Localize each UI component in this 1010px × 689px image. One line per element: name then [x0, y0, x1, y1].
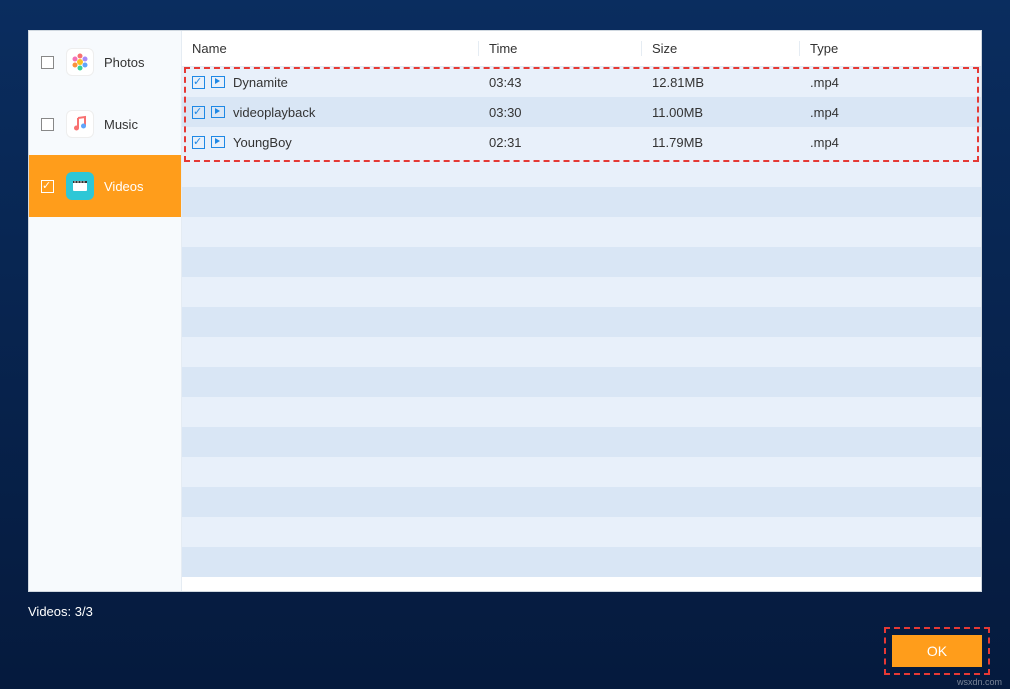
status-text: Videos: 3/3	[28, 604, 982, 619]
header-time[interactable]: Time	[479, 41, 642, 56]
empty-rows	[182, 157, 981, 577]
sidebar-item-music[interactable]: Music	[29, 93, 181, 155]
photos-icon	[66, 48, 94, 76]
header-type[interactable]: Type	[800, 41, 966, 56]
cell-time: 03:43	[479, 75, 642, 90]
sidebar-item-label: Videos	[104, 179, 144, 194]
table-row[interactable]: videoplayback 03:30 11.00MB .mp4	[182, 97, 981, 127]
cell-time: 03:30	[479, 105, 642, 120]
cell-size: 11.00MB	[642, 105, 800, 120]
checkbox-icon[interactable]	[41, 118, 54, 131]
main-panel: Photos Music Videos Name Time Size Type	[28, 30, 982, 592]
sidebar-item-videos[interactable]: Videos	[29, 155, 181, 217]
row-checkbox-icon[interactable]	[192, 76, 205, 89]
table-area: Name Time Size Type Dynamite 03:43 12.81…	[182, 31, 981, 591]
table-body: Dynamite 03:43 12.81MB .mp4 videoplaybac…	[182, 67, 981, 591]
cell-type: .mp4	[800, 135, 966, 150]
row-checkbox-icon[interactable]	[192, 106, 205, 119]
header-size[interactable]: Size	[642, 41, 800, 56]
checkbox-icon[interactable]	[41, 56, 54, 69]
cell-time: 02:31	[479, 135, 642, 150]
watermark: wsxdn.com	[957, 677, 1002, 687]
sidebar-item-label: Music	[104, 117, 138, 132]
cell-name: videoplayback	[233, 105, 315, 120]
checkbox-icon[interactable]	[41, 180, 54, 193]
sidebar: Photos Music Videos	[29, 31, 182, 591]
ok-button[interactable]: OK	[892, 635, 982, 667]
sidebar-item-label: Photos	[104, 55, 144, 70]
header-name[interactable]: Name	[182, 41, 479, 56]
music-icon	[66, 110, 94, 138]
cell-size: 12.81MB	[642, 75, 800, 90]
video-file-icon	[211, 106, 225, 118]
table-row[interactable]: Dynamite 03:43 12.81MB .mp4	[182, 67, 981, 97]
cell-size: 11.79MB	[642, 135, 800, 150]
table-header: Name Time Size Type	[182, 31, 981, 67]
videos-icon	[66, 172, 94, 200]
cell-name: Dynamite	[233, 75, 288, 90]
cell-type: .mp4	[800, 105, 966, 120]
table-row[interactable]: YoungBoy 02:31 11.79MB .mp4	[182, 127, 981, 157]
video-file-icon	[211, 136, 225, 148]
sidebar-item-photos[interactable]: Photos	[29, 31, 181, 93]
cell-type: .mp4	[800, 75, 966, 90]
cell-name: YoungBoy	[233, 135, 292, 150]
video-file-icon	[211, 76, 225, 88]
row-checkbox-icon[interactable]	[192, 136, 205, 149]
